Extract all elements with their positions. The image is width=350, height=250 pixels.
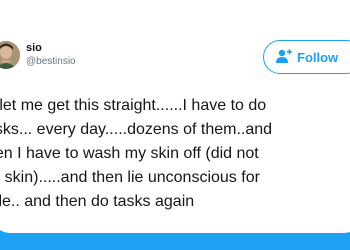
tweet-card: sio @bestinsio Follow o let me get this … — [0, 0, 350, 233]
user-handle[interactable]: @bestinsio — [26, 56, 76, 67]
follow-button[interactable]: Follow — [263, 40, 350, 74]
avatar[interactable] — [0, 41, 20, 69]
add-user-icon — [276, 49, 292, 63]
user-avatar-icon — [0, 41, 20, 69]
tweet-text: o let me get this straight......I have t… — [0, 97, 273, 210]
follow-button-label: Follow — [297, 50, 339, 65]
display-name[interactable]: sio — [26, 42, 42, 54]
